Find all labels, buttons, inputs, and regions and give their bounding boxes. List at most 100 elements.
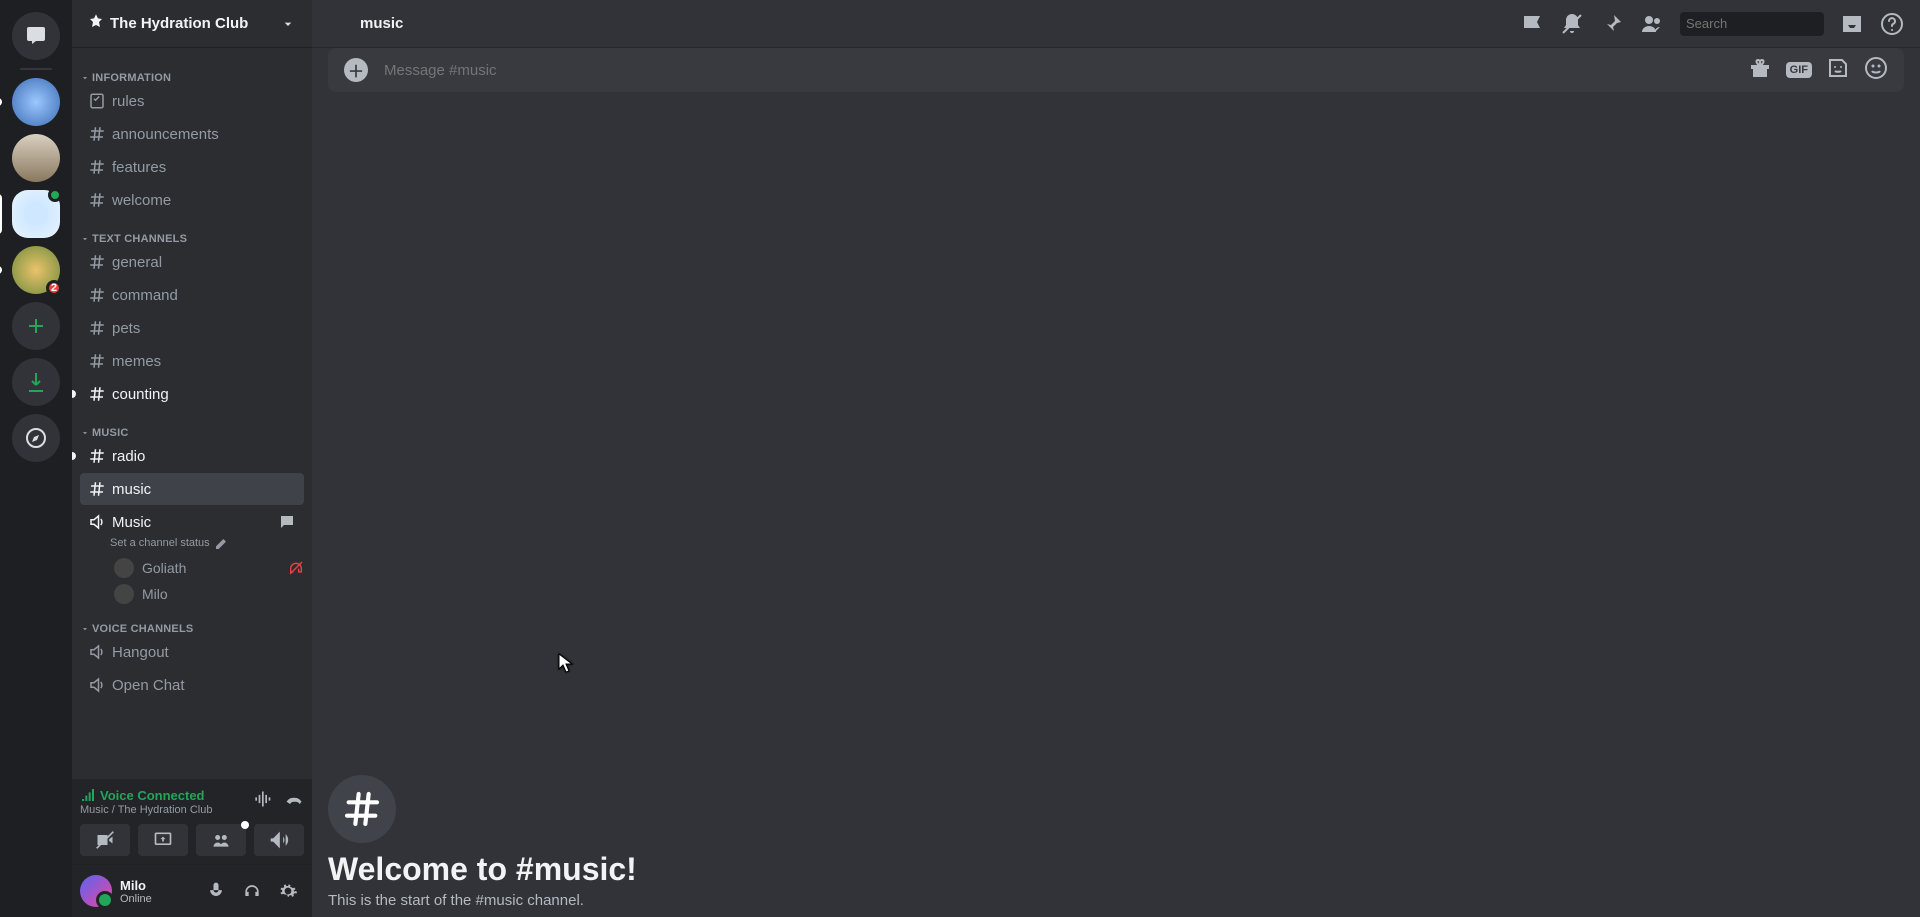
- channel-memes[interactable]: memes: [80, 345, 304, 377]
- server-header[interactable]: The Hydration Club: [72, 0, 312, 48]
- channel-sidebar: The Hydration Club INFORMATION rules annou…: [72, 0, 312, 917]
- category-header[interactable]: MUSIC: [80, 411, 312, 439]
- server-rail-separator: [20, 68, 52, 70]
- attach-button[interactable]: ＋: [344, 58, 368, 82]
- sticker-button[interactable]: [1826, 56, 1850, 85]
- channel-name: general: [112, 254, 162, 271]
- boost-icon: [88, 13, 104, 34]
- message-composer: ＋ GIF: [328, 48, 1904, 92]
- channel-name: features: [112, 159, 166, 176]
- member-avatar: [114, 558, 134, 578]
- channel-music[interactable]: music: [80, 473, 304, 505]
- member-name: Goliath: [142, 560, 186, 576]
- server-avatar-1[interactable]: [12, 78, 60, 126]
- channel-pets[interactable]: pets: [80, 312, 304, 344]
- chat-area: ＋ GIF Welcome to #music! This is the sta…: [312, 48, 1920, 917]
- channel-announcements[interactable]: announcements: [80, 118, 304, 150]
- signal-icon: [80, 787, 96, 803]
- message-input[interactable]: [384, 62, 1748, 79]
- inbox-button[interactable]: [1840, 12, 1864, 36]
- chat-icon[interactable]: [278, 513, 296, 531]
- channel-welcome: Welcome to #music! This is the start of …: [312, 759, 1920, 917]
- voice-channel-name: Music: [112, 514, 151, 531]
- gif-button[interactable]: GIF: [1786, 62, 1812, 78]
- direct-messages-button[interactable]: [12, 12, 60, 60]
- notifications-button[interactable]: [1560, 12, 1584, 36]
- pinned-messages-button[interactable]: [1600, 12, 1624, 36]
- user-panel: Milo Online: [72, 865, 312, 917]
- voice-member[interactable]: Milo: [80, 581, 312, 607]
- channel-features[interactable]: features: [80, 151, 304, 183]
- user-name: Milo: [120, 878, 152, 893]
- main-content: music ＋ GIF: [312, 0, 1920, 917]
- channel-name: Open Chat: [112, 677, 185, 694]
- channel-name: Hangout: [112, 644, 169, 661]
- chevron-down-icon: [280, 16, 296, 32]
- deafened-icon: [288, 560, 304, 576]
- noise-suppression-button[interactable]: [252, 789, 272, 814]
- channel-name: radio: [112, 448, 145, 465]
- deafen-button[interactable]: [236, 875, 268, 907]
- soundboard-button[interactable]: [254, 824, 304, 856]
- member-avatar: [114, 584, 134, 604]
- explore-servers-button[interactable]: [12, 414, 60, 462]
- member-name: Milo: [142, 586, 168, 602]
- channel-name: counting: [112, 386, 169, 403]
- channel-topbar: music: [312, 0, 1920, 48]
- server-unread-badge: 2: [46, 280, 62, 296]
- voice-channel-hangout[interactable]: Hangout: [80, 636, 304, 668]
- channel-radio[interactable]: radio: [80, 440, 304, 472]
- hash-icon: [328, 12, 352, 36]
- add-server-button[interactable]: [12, 302, 60, 350]
- activity-notification-dot: [241, 821, 249, 829]
- channel-rules[interactable]: rules: [80, 85, 304, 117]
- download-apps-button[interactable]: [12, 358, 60, 406]
- welcome-title: Welcome to #music!: [328, 851, 1904, 888]
- help-button[interactable]: [1880, 12, 1904, 36]
- search-box[interactable]: [1680, 12, 1824, 36]
- activity-button[interactable]: [196, 824, 246, 856]
- user-avatar[interactable]: [80, 875, 112, 907]
- settings-button[interactable]: [272, 875, 304, 907]
- member-list-button[interactable]: [1640, 12, 1664, 36]
- category-header[interactable]: INFORMATION: [80, 56, 312, 84]
- server-avatar-2[interactable]: [12, 134, 60, 182]
- voice-channel-open-chat[interactable]: Open Chat: [80, 669, 304, 701]
- video-button[interactable]: [80, 824, 130, 856]
- channel-counting[interactable]: counting: [80, 378, 304, 410]
- voice-member[interactable]: Goliath: [80, 555, 312, 581]
- channel-general[interactable]: general: [80, 246, 304, 278]
- voice-active-indicator: [48, 188, 62, 202]
- message-scroll[interactable]: Welcome to #music! This is the start of …: [312, 116, 1920, 917]
- welcome-hash-icon: [328, 775, 396, 843]
- channel-name: memes: [112, 353, 161, 370]
- channel-name: pets: [112, 320, 140, 337]
- channel-name: welcome: [112, 192, 171, 209]
- category-label: VOICE CHANNELS: [92, 623, 193, 635]
- channel-list[interactable]: INFORMATION rules announcements features wel…: [72, 48, 312, 779]
- category-header[interactable]: TEXT CHANNELS: [80, 217, 312, 245]
- category-label: MUSIC: [92, 427, 129, 439]
- server-rail: 2: [0, 0, 72, 917]
- server-avatar-selected[interactable]: [12, 190, 60, 238]
- disconnect-button[interactable]: [284, 789, 304, 814]
- category-header[interactable]: VOICE CHANNELS: [80, 607, 312, 635]
- mute-button[interactable]: [200, 875, 232, 907]
- emoji-button[interactable]: [1864, 56, 1888, 85]
- server-header-title: The Hydration Club: [110, 15, 280, 32]
- category-label: INFORMATION: [92, 72, 171, 84]
- channel-name: announcements: [112, 126, 219, 143]
- search-input[interactable]: [1686, 16, 1862, 31]
- screenshare-button[interactable]: [138, 824, 188, 856]
- channel-command[interactable]: command: [80, 279, 304, 311]
- server-avatar-duck[interactable]: 2: [12, 246, 60, 294]
- channel-name: rules: [112, 93, 145, 110]
- voice-channel-path[interactable]: Music / The Hydration Club: [80, 804, 212, 816]
- gift-button[interactable]: [1748, 56, 1772, 85]
- channel-name: command: [112, 287, 178, 304]
- voice-status: Voice Connected: [100, 788, 205, 803]
- channel-welcome[interactable]: welcome: [80, 184, 304, 216]
- voice-connection-panel: Voice Connected Music / The Hydration Cl…: [72, 779, 312, 865]
- voice-channel-Music[interactable]: Music: [80, 506, 304, 538]
- threads-button[interactable]: [1520, 12, 1544, 36]
